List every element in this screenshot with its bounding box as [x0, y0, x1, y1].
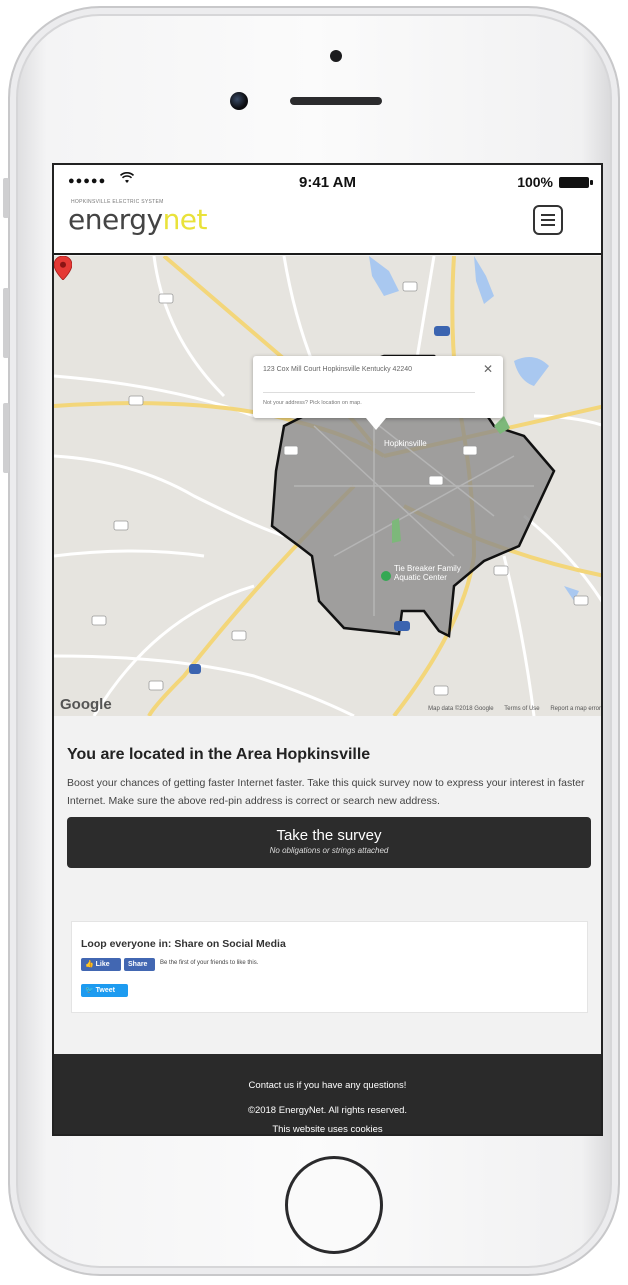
map-info-window: 123 Cox Mill Court Hopkinsville Kentucky… [253, 356, 503, 430]
silent-switch [3, 178, 9, 218]
map-pin-icon[interactable] [54, 256, 72, 280]
map-canvas [54, 256, 601, 716]
contact-text[interactable]: Contact us if you have any questions! [54, 1080, 601, 1091]
energynet-logo[interactable]: energynet [68, 203, 208, 236]
survey-button-title: Take the survey [276, 827, 382, 844]
close-icon[interactable]: ✕ [483, 362, 493, 376]
earpiece-speaker [290, 97, 382, 105]
logo-text-energy: energy [68, 203, 163, 236]
map-place-label: Hopkinsville [384, 439, 427, 448]
map-view[interactable]: Hopkinsville Tie Breaker Family Aquatic … [54, 256, 601, 716]
park-label-line1: Tie Breaker Family [394, 564, 461, 573]
menu-line-icon [541, 214, 555, 216]
home-button[interactable] [285, 1156, 383, 1254]
menu-line-icon [541, 219, 555, 221]
terms-of-use-link[interactable]: Terms of Use [504, 706, 539, 712]
hamburger-menu-button[interactable] [533, 205, 563, 235]
front-camera [230, 92, 248, 110]
park-label-line2: Aquatic Center [394, 573, 447, 582]
pick-location-link[interactable]: Not your address? Pick location on map. [263, 400, 362, 406]
survey-description: Boost your chances of getting faster Int… [67, 777, 585, 807]
site-footer: Contact us if you have any questions! ©2… [54, 1054, 601, 1135]
copyright-text: ©2018 EnergyNet. All rights reserved. [247, 1105, 408, 1116]
map-attribution: Map data ©2018 Google Terms of Use Repor… [419, 706, 601, 712]
info-address: 123 Cox Mill Court Hopkinsville Kentucky… [263, 366, 413, 373]
map-data-text: Map data ©2018 Google [428, 706, 494, 712]
status-bar: ●●●●● 9:41 AM 100% [54, 165, 601, 195]
take-survey-button[interactable]: Take the survey No obligations or string… [67, 817, 591, 868]
survey-button-subtitle: No obligations or strings attached [269, 846, 389, 855]
location-headline: You are located in the Area Hopkinsville [67, 746, 371, 763]
info-divider [263, 392, 475, 393]
share-title: Loop everyone in: Share on Social Media [81, 938, 286, 950]
facebook-share-button[interactable]: Share [124, 958, 155, 971]
facebook-like-button[interactable]: 👍 Like [81, 958, 121, 971]
battery-icon [559, 177, 593, 188]
logo-text-net: net [162, 203, 208, 236]
volume-up-button [3, 288, 9, 358]
menu-line-icon [541, 224, 555, 226]
phone-screen: ●●●●● 9:41 AM 100% HOPKINSVILLE ELECTRIC… [52, 163, 603, 1136]
google-logo: Google [60, 696, 112, 713]
tweet-button[interactable]: 🐦 Tweet [81, 984, 128, 997]
proximity-sensor [330, 50, 342, 62]
report-map-error-link[interactable]: Report a map error [550, 706, 601, 712]
battery-percent: 100% [517, 174, 553, 190]
map-park-label: Tie Breaker Family Aquatic Center [394, 564, 461, 582]
site-header: HOPKINSVILLE ELECTRIC SYSTEM energynet [54, 195, 601, 255]
facebook-like-text: Be the first of your friends to like thi… [160, 960, 259, 966]
volume-down-button [3, 403, 9, 473]
cookies-text: This website uses cookies [272, 1124, 383, 1135]
social-share-card: Loop everyone in: Share on Social Media … [71, 921, 588, 1013]
